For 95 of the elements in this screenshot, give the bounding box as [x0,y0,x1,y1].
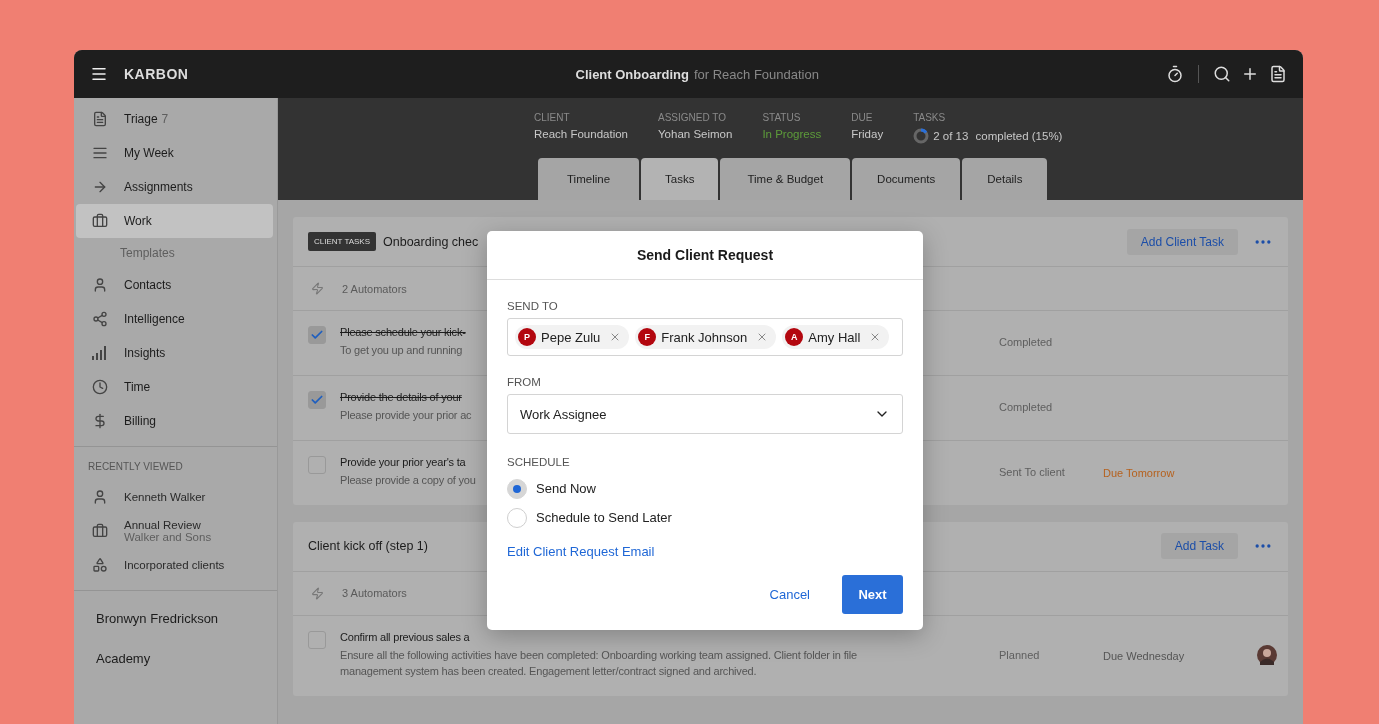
checkbox[interactable] [308,326,326,344]
radio-button[interactable] [507,507,527,528]
task-description: To get you up and running [340,343,463,358]
page-subtitle: for Reach Foundation [693,66,819,82]
lines-icon [92,145,108,161]
section-title: Client kick off (step 1) [308,539,428,554]
tab[interactable]: Tasks [641,158,719,200]
nodes-icon [92,311,108,327]
dialog-title: Send Client Request [636,247,774,263]
timer-icon[interactable] [1166,65,1184,83]
radio-label: Send Now [536,481,596,496]
meta-value: 2 of 13 [933,130,969,142]
recent-item-link[interactable]: Annual Review [124,519,212,531]
checkbox[interactable] [308,390,326,409]
menu-icon[interactable] [90,65,108,83]
section-title: Onboarding chec [383,234,479,249]
recipient-name: Frank Johnson [661,329,748,345]
task-title: Provide the details of your [340,390,462,403]
page-title: Client Onboarding [575,66,689,82]
document-icon [92,111,108,127]
tag: CLIENT TASKS [308,232,377,251]
tab[interactable]: Details [962,158,1048,200]
due-date: Due Tomorrow [1103,467,1175,480]
meta-value: Friday [851,128,884,140]
recent-item-link[interactable]: Kenneth Walker [124,491,206,503]
briefcase-icon [92,213,108,229]
automators-count: 3 Automators [342,587,407,600]
due-date: Due Wednesday [1103,650,1185,663]
clock-icon [92,379,108,395]
plus-icon[interactable] [1241,65,1259,83]
field-label: SCHEDULE [507,456,571,468]
task-status: Completed [999,401,1054,414]
person-icon [92,489,108,505]
task-description: Please provide a copy of you [340,472,476,488]
sidebar-link[interactable]: Bronwyn Fredrickson [74,599,277,639]
task-description: Please provide your prior ac [340,407,472,423]
nav-item[interactable]: Contacts [76,268,273,302]
meta-label: DUE [851,112,874,123]
nav-item[interactable]: Triage 7 [76,102,273,136]
radio-label: Schedule to Send Later [536,510,672,525]
nav-item[interactable]: Time [76,370,273,404]
nav-item[interactable]: Intelligence [76,302,273,336]
meta-value: Reach Foundation [534,128,628,140]
meta-value: Yohan Seimon [658,128,733,140]
lightning-icon [311,586,324,600]
briefcase-icon [92,523,108,539]
brand-logo: KARBON [124,66,189,82]
nav-item[interactable]: Assignments [76,170,273,204]
field-label: SEND TO [507,300,559,312]
lightning-icon [311,282,324,295]
section-heading: RECENTLY VIEWED [87,460,184,474]
automators-count: 2 Automators [342,282,407,295]
tab[interactable]: Time & Budget [720,158,851,200]
shapes-icon [92,557,108,573]
avatar-initial: A [785,328,804,346]
sidebar-link[interactable]: Academy [74,639,277,679]
task-status: Sent To client [999,466,1066,479]
search-icon[interactable] [1213,65,1231,83]
recent-item-link[interactable]: Incorporated clients [124,559,225,571]
meta-label: CLIENT [534,112,571,123]
nav-item[interactable]: My Week [76,136,273,170]
meta-label: STATUS [762,112,802,123]
status-value: In Progress [762,128,822,140]
nav-item[interactable]: Insights [76,336,273,370]
nav-item[interactable]: Work [76,204,273,238]
meta-label: ASSIGNED TO [658,112,727,123]
radio-button[interactable] [507,478,527,499]
from-dropdown[interactable]: Work Assignee [507,394,903,434]
recent-item-subtitle: Walker and Sons [124,531,212,543]
bar-chart-icon [92,346,108,360]
check-icon [310,328,324,342]
nav-item[interactable]: Billing [76,404,273,438]
avatar-initial: F [638,328,657,346]
meta-value: completed (15%) [974,130,1063,142]
recipients-field[interactable]: P Pepe Zulu F Frank Johnson A Amy Hall [507,318,903,356]
task-status: Planned [999,649,1041,662]
recipient-name: Amy Hall [808,329,861,345]
task-description: Ensure all the following activities have been completed: Onboarding working team assigned. Client folder in file management system has been created. Engagement letter/contract signed and archived. [340,647,858,679]
recipient-name: Pepe Zulu [541,329,601,345]
notes-icon[interactable] [1269,65,1287,83]
task-title: Provide your prior year's ta [340,455,466,468]
task-title: Please schedule your kick- [340,326,466,338]
arrow-icon [92,179,108,195]
meta-label: TASKS [913,112,947,123]
task-title: Confirm all previous sales a [340,630,470,643]
person-icon [92,277,108,293]
next-button[interactable]: Next [842,575,903,614]
dollar-icon [92,413,108,429]
edit-email-link[interactable]: Edit Client Request Email [507,544,655,559]
field-label: FROM [507,376,542,388]
cancel-button[interactable]: Cancel [763,586,816,603]
task-status: Completed [999,336,1054,349]
tab[interactable]: Timeline [538,158,640,200]
tab[interactable]: Documents [852,158,961,200]
avatar-initial: P [518,328,536,346]
